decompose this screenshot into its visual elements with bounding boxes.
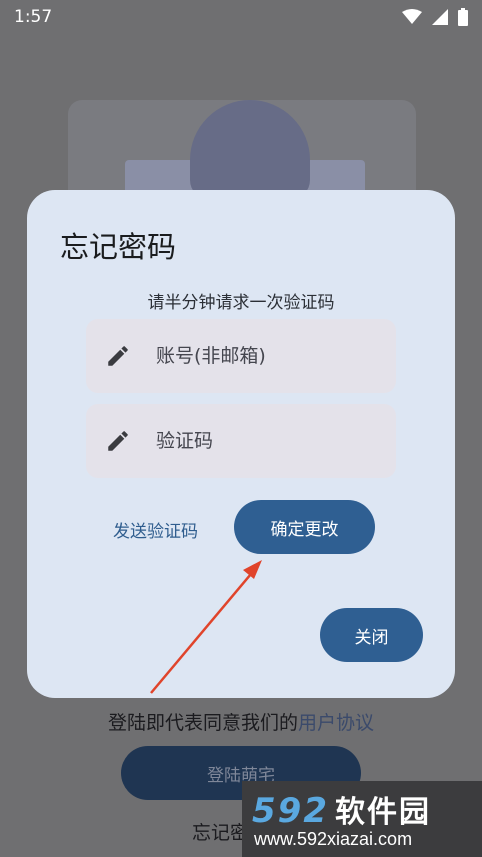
watermark-brand: 592 软件园 [252,787,431,831]
watermark-text: 软件园 [334,795,431,830]
watermark-url: www.592xiazai.com [254,829,413,849]
watermark-number: 592 [252,791,329,831]
annotation-arrow [150,560,262,694]
watermark: 592 软件园 www.592xiazai.com [242,781,482,857]
